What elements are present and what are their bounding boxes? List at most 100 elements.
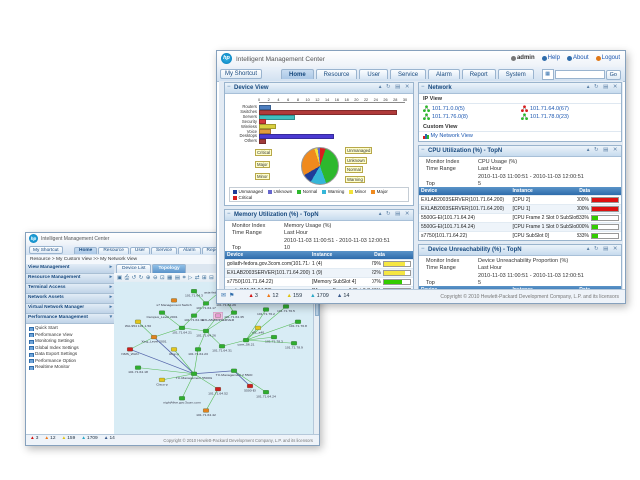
about-link[interactable]: About (567, 55, 589, 61)
sidebar-section-resource-management[interactable]: Resource Management▸ (26, 274, 114, 284)
alarm-count-major[interactable]: ▲12 (266, 293, 279, 299)
topology-node[interactable]: 101.71.64.23 (188, 347, 208, 355)
alarm-count-critical[interactable]: ▲3 (248, 293, 258, 299)
alarm-count-info[interactable]: ▲14 (337, 293, 350, 299)
overview-icon[interactable]: ▦ (167, 274, 172, 282)
panel-controls[interactable]: ▴ ↻ ▤ ✕ (587, 246, 619, 252)
alarm-count-major[interactable]: ▲12 (44, 436, 55, 441)
topology-node[interactable]: r01_s40 (252, 326, 265, 334)
topology-node[interactable]: 101.71.64.35 (224, 311, 244, 319)
sidebar-section-terminal-access[interactable]: Terminal Access▸ (26, 284, 114, 294)
topology-node[interactable]: t3mp.p (169, 347, 180, 355)
table-row[interactable]: 5500G-EI(101.71.64.24)[CPU Frame 2 Slot … (419, 214, 621, 223)
ip-view-link[interactable]: 101.71.64.0(67) (521, 105, 617, 112)
save-icon[interactable]: ▣ (117, 274, 122, 282)
alarm-count-warning[interactable]: ▲1709 (81, 436, 97, 441)
layout-icon[interactable]: ▤ (175, 274, 180, 282)
column-header[interactable]: Device (419, 187, 510, 196)
tab-user[interactable]: User (359, 69, 388, 79)
sidebar-section-performance-management[interactable]: Performance Management▾ (26, 314, 114, 324)
panel-controls[interactable]: ▴ ↻ ▤ ✕ (587, 84, 619, 90)
link-icon[interactable]: ⇄ (195, 274, 200, 282)
tab-user[interactable]: User (130, 247, 150, 254)
print-icon[interactable]: ⎙ (125, 274, 129, 282)
table-row[interactable]: EXLAB2003SERVER(101.71.64.200)[CPU 1]100… (419, 205, 621, 214)
topology-node[interactable]: nightAlive.gov.3com.com (163, 396, 201, 404)
table-row[interactable]: 5500G-EI(101.71.64.24)[CPU Frame 1 Slot … (419, 223, 621, 232)
table-row[interactable]: s7750(101.71.64.22)[CPU SubSlot 0]21.833… (419, 232, 621, 241)
mail-icon[interactable]: ✉ (221, 292, 226, 299)
panel-controls[interactable]: ▴ ↻ ▤ ✕ (379, 211, 411, 217)
topology-node[interactable]: s7 Management Switch (156, 298, 191, 306)
logout-link[interactable]: Logout (596, 55, 620, 61)
sidebar-section-virtual-network-manager[interactable]: Virtual Network Manager▸ (26, 304, 114, 314)
topology-node[interactable]: 101.71.64.24 (256, 390, 276, 398)
tab-service[interactable]: Service (390, 69, 426, 79)
tab-home[interactable]: Home (74, 247, 97, 254)
flag-icon[interactable]: ⚑ (229, 292, 234, 299)
tab-service[interactable]: Service (151, 247, 177, 254)
column-header[interactable]: Instance (310, 251, 372, 260)
vertical-scrollbar[interactable] (313, 282, 319, 435)
column-header[interactable]: Instance (510, 187, 577, 196)
view-tab-topology[interactable]: Topology (152, 264, 185, 273)
tab-system[interactable]: System (498, 69, 534, 79)
tab-resource[interactable]: Resource (316, 69, 358, 79)
sidebar-section-view-management[interactable]: View Management▸ (26, 264, 114, 274)
search-go-button[interactable]: Go (606, 70, 621, 80)
undo-icon[interactable]: ↺ (132, 274, 137, 282)
topology-node[interactable]: TC-Management 2 5500 (216, 369, 253, 377)
panel-controls[interactable]: ▴ ↻ ▤ ✕ (587, 147, 619, 153)
my-shortcut-button[interactable]: My Shortcut (29, 246, 63, 254)
topology-node[interactable]: 101.71.76.2 (257, 308, 275, 316)
alarm-count-minor[interactable]: ▲159 (62, 436, 76, 441)
redo-icon[interactable]: ↻ (139, 274, 144, 282)
topology-node[interactable]: WA-954 101.1.50 (125, 320, 151, 328)
collapse-icon[interactable]: − (227, 84, 231, 90)
table-row[interactable]: s7750(101.71.64.22)[Memory SubSlot 4]68.… (225, 278, 413, 287)
topology-node[interactable]: 101.71.64.17 (196, 302, 216, 310)
zoom-out-icon[interactable]: ⊖ (153, 274, 158, 282)
help-link[interactable]: Help (542, 55, 560, 61)
tab-alarm[interactable]: Alarm (428, 69, 460, 79)
topology-node[interactable]: 101.71.64.42 (196, 409, 216, 417)
my-shortcut-button[interactable]: My Shortcut (220, 69, 262, 79)
bar[interactable] (259, 139, 266, 144)
topology-canvas[interactable]: 101.71.64.3asia-fedora.gov.3com.com101.7… (114, 282, 314, 435)
ip-view-link[interactable]: 101.71.76.0(8) (423, 113, 519, 120)
alarm-count-minor[interactable]: ▲159 (287, 293, 303, 299)
topology-node[interactable]: NMS_WAN (121, 347, 139, 355)
alarm-count-critical[interactable]: ▲3 (30, 436, 38, 441)
fit-view-icon[interactable]: ⊡ (160, 274, 165, 282)
column-header[interactable]: Device (225, 251, 310, 260)
grid-icon[interactable]: ⌗ (183, 274, 186, 282)
my-network-view-link[interactable]: My Network View (423, 133, 617, 139)
column-header[interactable]: Data (577, 187, 621, 196)
sidebar-section-network-assets[interactable]: Network Assets▸ (26, 294, 114, 304)
topology-node[interactable]: 101.71.78.3 (265, 335, 283, 343)
tab-home[interactable]: Home (281, 69, 314, 79)
select-icon[interactable]: ▷ (188, 274, 192, 282)
topology-node[interactable]: 5500-EI (244, 384, 256, 392)
admin-user-link[interactable]: admin (511, 55, 535, 61)
topology-node[interactable]: 101.71.64.31 (212, 344, 232, 352)
topology-node[interactable]: 101.71.76.5 (277, 305, 295, 313)
table-row[interactable]: EXLAB2003SERVER(101.71.64.200)1 (9)80.52… (225, 269, 413, 278)
collapse-icon[interactable]: − (227, 211, 231, 217)
sidebar-item-realtime-monitor[interactable]: Realtime Monitor (26, 363, 114, 370)
tab-alarm[interactable]: Alarm (178, 247, 201, 254)
panel-controls[interactable]: ▴ ↻ ▤ ✕ (379, 84, 411, 90)
topology-node[interactable]: 101.71.64.18 (128, 366, 148, 374)
collapse-icon[interactable]: − (421, 147, 425, 153)
topology-map[interactable]: 101.71.64.3asia-fedora.gov.3com.com101.7… (114, 282, 314, 435)
collapse-icon[interactable]: − (421, 84, 425, 90)
topology-node[interactable]: 101.71.64.3 (185, 289, 203, 297)
topology-node[interactable]: 101.71.64.52 (208, 387, 228, 395)
ip-view-link[interactable]: 101.71.78.0(23) (521, 113, 617, 120)
alarm-count-info[interactable]: ▲14 (104, 436, 115, 441)
topology-node[interactable]: Xing_Level 2001 (141, 335, 166, 343)
ip-view-link[interactable]: 101.71.0.0(5) (423, 105, 519, 112)
topology-node[interactable]: 101.71.76.8 (289, 320, 307, 328)
table-row[interactable]: EXLAB2003SERVER(101.71.64.200)[CPU 2]100… (419, 196, 621, 205)
remove-node-icon[interactable]: ⊟ (209, 274, 214, 282)
